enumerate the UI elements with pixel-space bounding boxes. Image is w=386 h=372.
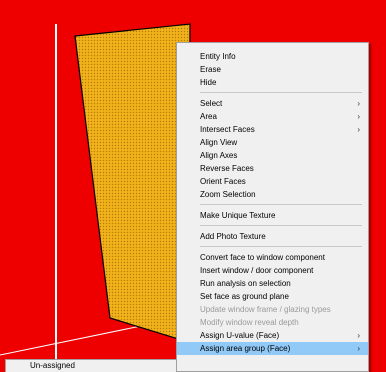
menu-separator (200, 92, 362, 93)
menu-item-orient-faces[interactable]: Orient Faces (177, 175, 368, 188)
menu-item-update-window-frame-glazing-types: Update window frame / glazing types (177, 303, 368, 316)
menu-item-label: Reverse Faces (200, 164, 254, 173)
submenu-arrow-icon: › (357, 125, 360, 134)
menu-item-label: Insert window / door component (200, 266, 314, 275)
menu-item-erase[interactable]: Erase (177, 63, 368, 76)
menu-item-label: Zoom Selection (200, 190, 256, 199)
menu-item-label: Hide (200, 78, 217, 87)
menu-item-assign-u-value-face[interactable]: Assign U-value (Face) › (177, 329, 368, 342)
menu-item-label: Entity Info (200, 52, 236, 61)
menu-item-area[interactable]: Area › (177, 110, 368, 123)
submenu-arrow-icon: › (357, 112, 360, 121)
submenu-arrow-icon: › (357, 344, 360, 353)
menu-item-label: Run analysis on selection (200, 279, 291, 288)
menu-item-zoom-selection[interactable]: Zoom Selection (177, 188, 368, 201)
menu-item-label: Assign U-value (Face) (200, 331, 280, 340)
context-menu: Entity Info Erase Hide Select › Area › Intersec… (176, 42, 369, 372)
menu-item-label: Add Photo Texture (200, 232, 266, 241)
menu-item-run-analysis-on-selection[interactable]: Run analysis on selection (177, 277, 368, 290)
menu-item-label: Modify window reveal depth (200, 318, 299, 327)
area-group-submenu: Un-assigned (5, 359, 177, 372)
menu-item-convert-face-to-window-component[interactable]: Convert face to window component (177, 251, 368, 264)
menu-separator (200, 204, 362, 205)
menu-item-set-face-as-ground-plane[interactable]: Set face as ground plane (177, 290, 368, 303)
menu-item-label: Align Axes (200, 151, 238, 160)
submenu-arrow-icon: › (357, 99, 360, 108)
menu-item-intersect-faces[interactable]: Intersect Faces › (177, 123, 368, 136)
menu-item-label: Assign area group (Face) (200, 344, 291, 353)
menu-item-label: Intersect Faces (200, 125, 255, 134)
menu-item-reverse-faces[interactable]: Reverse Faces (177, 162, 368, 175)
menu-item-label: Erase (200, 65, 221, 74)
menu-item-label: Update window frame / glazing types (200, 305, 331, 314)
menu-separator (200, 246, 362, 247)
submenu-item-unassigned[interactable]: Un-assigned (30, 361, 75, 370)
menu-item-label: Area (200, 112, 217, 121)
menu-item-label: Align View (200, 138, 238, 147)
menu-item-label: Make Unique Texture (200, 211, 276, 220)
menu-item-label: Convert face to window component (200, 253, 325, 262)
menu-item-entity-info[interactable]: Entity Info (177, 50, 368, 63)
menu-item-select[interactable]: Select › (177, 97, 368, 110)
menu-item-align-axes[interactable]: Align Axes (177, 149, 368, 162)
menu-item-label: Set face as ground plane (200, 292, 289, 301)
menu-item-hide[interactable]: Hide (177, 76, 368, 89)
menu-item-assign-area-group-face[interactable]: Assign area group (Face) › (177, 342, 368, 355)
menu-item-align-view[interactable]: Align View (177, 136, 368, 149)
menu-item-make-unique-texture[interactable]: Make Unique Texture (177, 209, 368, 222)
selected-face[interactable] (74, 23, 191, 343)
menu-item-modify-window-reveal-depth: Modify window reveal depth (177, 316, 368, 329)
menu-item-label: Orient Faces (200, 177, 246, 186)
model-viewport[interactable]: Entity Info Erase Hide Select › Area › Intersec… (0, 0, 386, 372)
menu-item-add-photo-texture[interactable]: Add Photo Texture (177, 230, 368, 243)
submenu-arrow-icon: › (357, 331, 360, 340)
menu-item-label: Select (200, 99, 223, 108)
menu-item-insert-window-door-component[interactable]: Insert window / door component (177, 264, 368, 277)
menu-separator (200, 225, 362, 226)
